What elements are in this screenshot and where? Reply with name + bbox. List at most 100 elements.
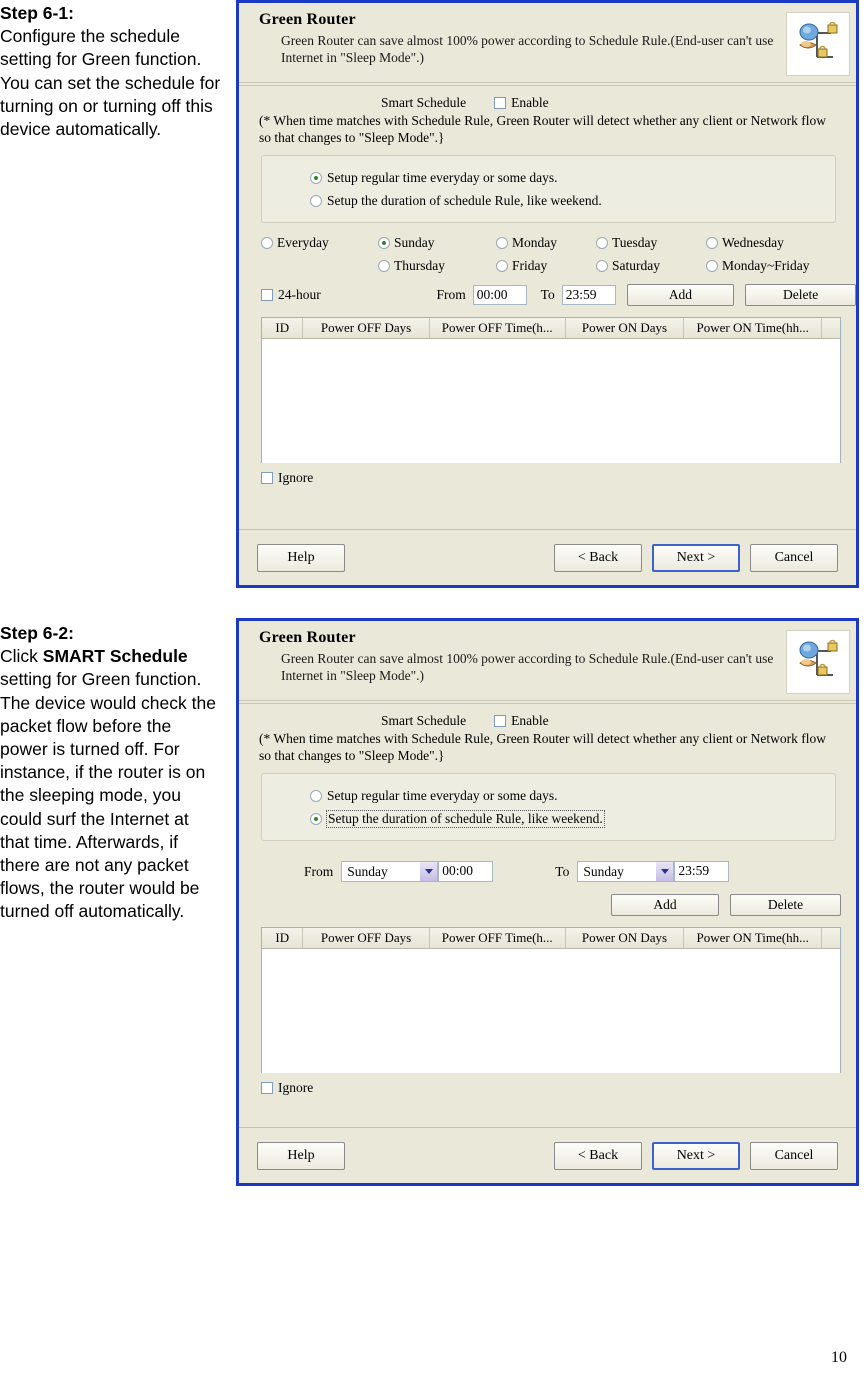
- table-header-power-on-days-2: Power ON Days: [566, 928, 685, 948]
- table-body-empty-2: [262, 949, 840, 1073]
- smart-schedule-enable-control[interactable]: Enable: [494, 95, 549, 111]
- day-option-friday[interactable]: Friday: [496, 256, 596, 275]
- day-label-friday: Friday: [512, 257, 548, 273]
- to-time-input[interactable]: 23:59: [561, 285, 616, 305]
- next-button[interactable]: Next >: [652, 543, 740, 572]
- radio-duration[interactable]: [310, 194, 322, 207]
- day-option-thursday[interactable]: Thursday: [378, 256, 496, 275]
- step-6-2-body-after: setting for Green function. The device w…: [0, 669, 216, 922]
- table-header-row: ID Power OFF Days Power OFF Time(h... Po…: [262, 318, 840, 339]
- green-router-icon: [786, 12, 850, 76]
- ignore-checkbox[interactable]: [261, 472, 273, 484]
- radio-saturday[interactable]: [596, 259, 608, 272]
- from-label-2: From: [304, 863, 334, 879]
- green-router-icon-2: [786, 630, 850, 694]
- to-label-2: To: [555, 863, 570, 879]
- footer-right-buttons-2: < Back Next > Cancel: [554, 1141, 838, 1170]
- from-label: From: [436, 287, 466, 302]
- panel-footer-2: Help < Back Next > Cancel: [239, 1127, 856, 1183]
- to-label: To: [540, 287, 555, 302]
- day-label-tuesday: Tuesday: [612, 234, 658, 250]
- radio-regular-time[interactable]: [310, 171, 322, 184]
- radio-tuesday[interactable]: [596, 236, 608, 249]
- panel-header-text: Green Router Green Router can save almos…: [259, 11, 786, 66]
- ignore-row[interactable]: Ignore: [239, 470, 856, 486]
- time-range-row: 24-hour From 00:00 To 23:59 Add Delete: [239, 284, 856, 306]
- from-time-input[interactable]: 00:00: [472, 285, 527, 305]
- day-option-monday-friday[interactable]: Monday~Friday: [706, 256, 846, 275]
- day-option-everyday[interactable]: Everyday: [261, 233, 378, 252]
- day-option-wednesday[interactable]: Wednesday: [706, 233, 846, 252]
- mode-option-regular-time-label-2: Setup regular time everyday or some days…: [327, 787, 558, 803]
- day-label-everyday: Everyday: [277, 234, 329, 250]
- panel-header: Green Router Green Router can save almos…: [239, 3, 856, 86]
- radio-duration-2[interactable]: [310, 812, 322, 825]
- ignore-checkbox-2[interactable]: [261, 1082, 273, 1094]
- mode-option-duration-label-2: Setup the duration of schedule Rule, lik…: [326, 809, 605, 828]
- to-time-input-2[interactable]: 23:59: [674, 861, 730, 882]
- radio-regular-time-2[interactable]: [310, 789, 322, 802]
- day-label-wednesday: Wednesday: [722, 234, 784, 250]
- from-day-select[interactable]: Sunday: [341, 861, 439, 882]
- add-button-2[interactable]: Add: [611, 894, 719, 916]
- help-button[interactable]: Help: [257, 543, 345, 572]
- step-6-2-body-before: Click: [0, 646, 43, 667]
- panel-title: Green Router: [259, 11, 356, 28]
- day-option-monday[interactable]: Monday: [496, 233, 596, 252]
- back-button[interactable]: < Back: [554, 543, 642, 572]
- chevron-down-icon[interactable]: [420, 862, 438, 881]
- mode-option-duration-2[interactable]: Setup the duration of schedule Rule, lik…: [262, 807, 835, 830]
- table-header-row-2: ID Power OFF Days Power OFF Time(h... Po…: [262, 928, 840, 949]
- radio-friday[interactable]: [496, 259, 508, 272]
- day-option-saturday[interactable]: Saturday: [596, 256, 706, 275]
- table-header-power-off-days: Power OFF Days: [303, 318, 430, 338]
- mode-group-box: Setup regular time everyday or some days…: [261, 155, 836, 223]
- enable-label: Enable: [511, 95, 549, 110]
- add-button[interactable]: Add: [626, 284, 735, 306]
- mode-option-duration[interactable]: Setup the duration of schedule Rule, lik…: [262, 189, 835, 212]
- back-button-2[interactable]: < Back: [554, 1141, 642, 1170]
- ignore-label-2: Ignore: [278, 1080, 314, 1095]
- schedule-rule-table[interactable]: ID Power OFF Days Power OFF Time(h... Po…: [261, 317, 841, 463]
- day-option-tuesday[interactable]: Tuesday: [596, 233, 706, 252]
- from-time-input-2[interactable]: 00:00: [438, 861, 494, 882]
- step-6-2-bold-term: SMART Schedule: [42, 646, 188, 667]
- day-label-sunday: Sunday: [394, 234, 435, 250]
- table-header-power-off-time-2: Power OFF Time(h...: [430, 928, 566, 948]
- smart-schedule-row-2: Smart Schedule Enable: [239, 701, 856, 729]
- radio-monday[interactable]: [496, 236, 508, 249]
- enable-checkbox-2[interactable]: [494, 715, 507, 727]
- to-day-select[interactable]: Sunday: [577, 861, 675, 882]
- help-button-2[interactable]: Help: [257, 1141, 345, 1170]
- green-router-window-step1: Green Router Green Router can save almos…: [236, 0, 859, 588]
- smart-schedule-label-2: Smart Schedule: [381, 713, 467, 728]
- radio-sunday[interactable]: [378, 236, 390, 249]
- hour24-control[interactable]: 24-hour: [261, 287, 437, 303]
- table-header-power-off-time: Power OFF Time(h...: [430, 318, 566, 338]
- cancel-button-2[interactable]: Cancel: [750, 1141, 838, 1170]
- radio-thursday[interactable]: [378, 259, 390, 272]
- smart-schedule-enable-control-2[interactable]: Enable: [494, 713, 549, 729]
- panel-footer: Help < Back Next > Cancel: [239, 529, 856, 585]
- ignore-row-2[interactable]: Ignore: [239, 1080, 856, 1096]
- mode-option-regular-time-2[interactable]: Setup regular time everyday or some days…: [262, 784, 835, 807]
- enable-checkbox[interactable]: [494, 97, 507, 109]
- day-grid-spacer: [261, 256, 378, 275]
- delete-button-2[interactable]: Delete: [730, 894, 841, 916]
- step-6-2-instructions: Step 6-2: Click SMART Schedule setting f…: [0, 622, 222, 924]
- hour24-checkbox[interactable]: [261, 289, 273, 301]
- day-option-sunday[interactable]: Sunday: [378, 233, 496, 252]
- step-6-2-heading: Step 6-2:: [0, 623, 74, 643]
- day-selection-grid: Everyday Sunday Monday Tuesday Wednesday…: [239, 233, 856, 275]
- chevron-down-icon-2[interactable]: [656, 862, 674, 881]
- radio-monday-friday[interactable]: [706, 259, 718, 272]
- next-button-2[interactable]: Next >: [652, 1141, 740, 1170]
- schedule-rule-table-2[interactable]: ID Power OFF Days Power OFF Time(h... Po…: [261, 927, 841, 1073]
- table-header-filler-2: [822, 928, 840, 948]
- radio-everyday[interactable]: [261, 236, 273, 249]
- radio-wednesday[interactable]: [706, 236, 718, 249]
- mode-option-regular-time[interactable]: Setup regular time everyday or some days…: [262, 166, 835, 189]
- mode-option-duration-label: Setup the duration of schedule Rule, lik…: [327, 192, 602, 208]
- delete-button[interactable]: Delete: [745, 284, 856, 306]
- cancel-button[interactable]: Cancel: [750, 543, 838, 572]
